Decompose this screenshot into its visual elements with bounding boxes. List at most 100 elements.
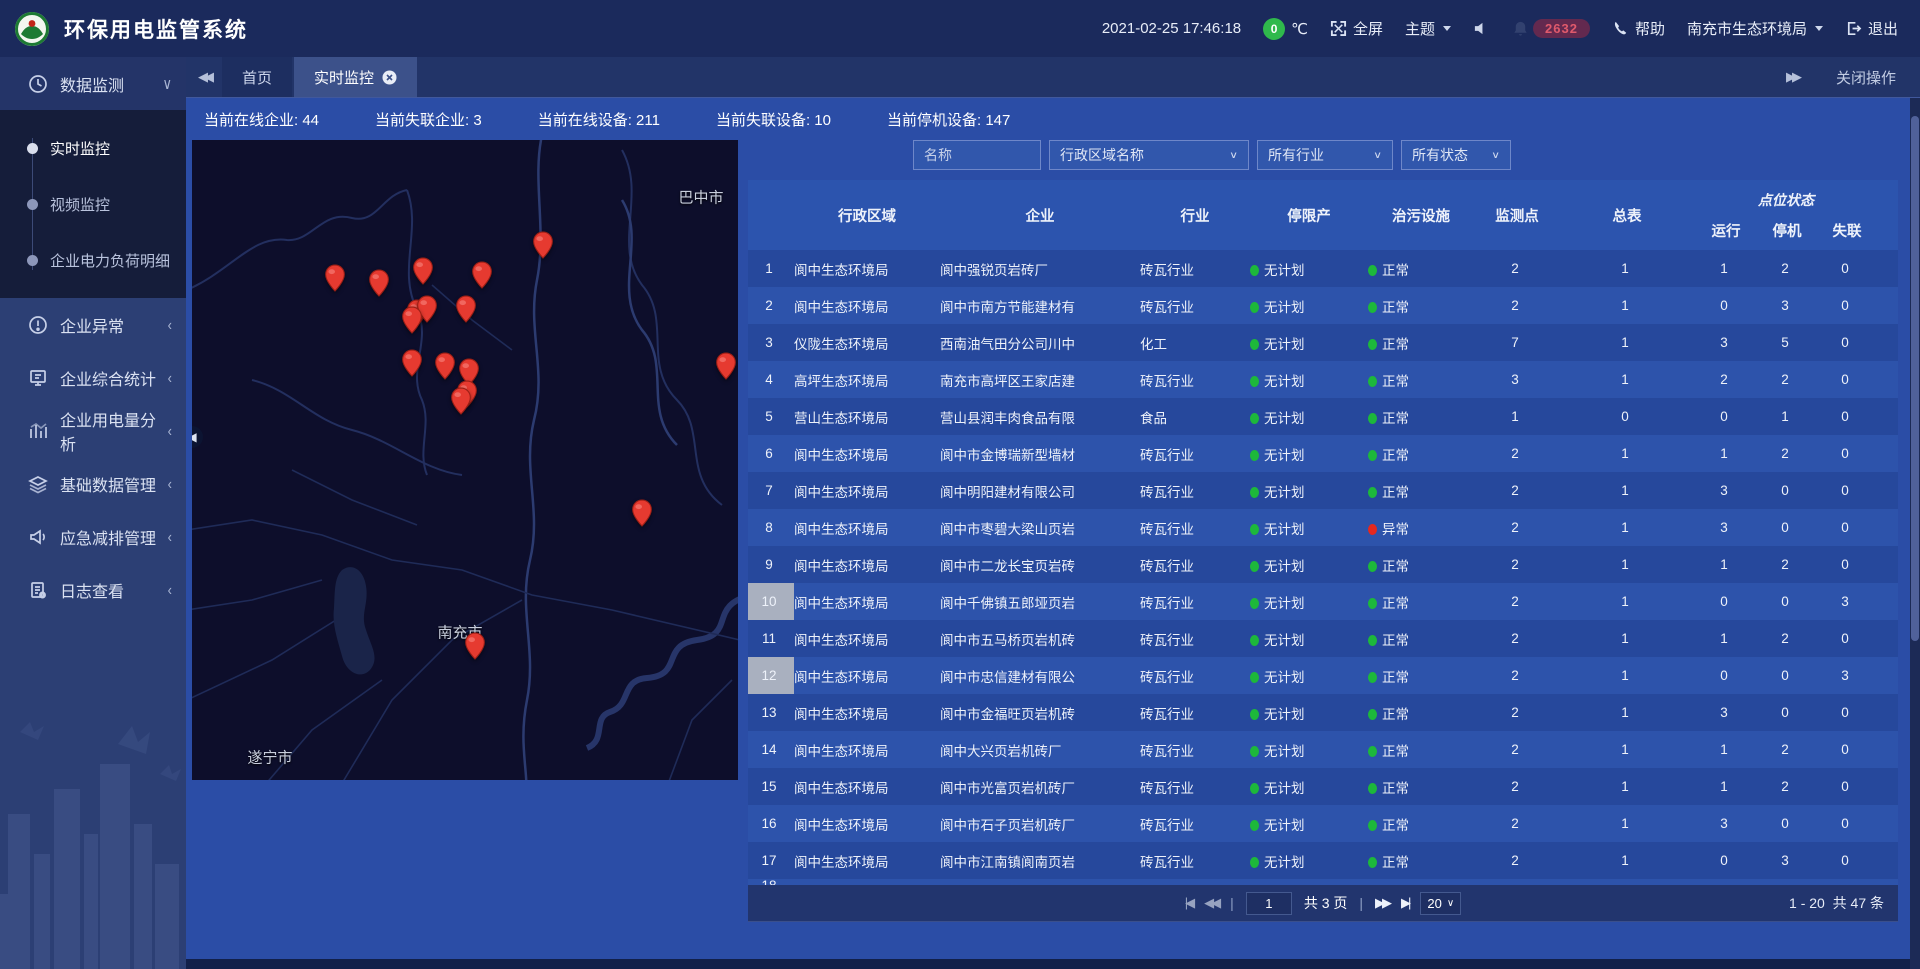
cell-running-count: 1 bbox=[1694, 446, 1758, 461]
sidebar-item-3[interactable]: 企业综合统计‹ bbox=[0, 351, 186, 404]
tabs-scroll-left-button[interactable]: ◀◀ bbox=[186, 57, 222, 97]
map-pin-icon[interactable] bbox=[464, 632, 486, 660]
sidebar-subitem[interactable]: 实时监控 bbox=[0, 120, 186, 176]
notification-bell[interactable]: 2632 bbox=[1512, 19, 1590, 38]
map-pin-icon[interactable] bbox=[412, 257, 434, 285]
fullscreen-button[interactable]: 全屏 bbox=[1330, 18, 1383, 39]
table-row[interactable]: 17阆中生态环境局阆中市江南镇阆南页岩砖瓦行业无计划正常21030 bbox=[748, 842, 1898, 879]
table-row[interactable]: 2阆中生态环境局阆中市南方节能建材有砖瓦行业无计划正常21030 bbox=[748, 287, 1898, 324]
region-select[interactable]: 行政区域名称∨ bbox=[1049, 140, 1249, 170]
table-row[interactable]: 3仪陇生态环境局西南油气田分公司川中化工无计划正常71350 bbox=[748, 324, 1898, 361]
app-root: 环保用电监管系统 2021-02-25 17:46:18 0 ℃ 全屏 主题 2… bbox=[0, 0, 1920, 969]
industry-select[interactable]: 所有行业∨ bbox=[1257, 140, 1393, 170]
cell-total-meter: 1 bbox=[1560, 372, 1694, 387]
cell-limit-status: 无计划 bbox=[1250, 777, 1368, 797]
chevron-left-icon: ‹ bbox=[168, 475, 172, 493]
table-row[interactable]: 8阆中生态环境局阆中市枣碧大梁山页岩砖瓦行业无计划异常21300 bbox=[748, 509, 1898, 546]
scrollbar-thumb[interactable] bbox=[1911, 116, 1919, 641]
close-operations-button[interactable]: 关闭操作 bbox=[1836, 67, 1896, 88]
cell-company: 阆中市金福旺页岩机砖 bbox=[940, 703, 1140, 723]
table-row[interactable]: 10阆中生态环境局阆中千佛镇五郎垭页岩砖瓦行业无计划正常21003 bbox=[748, 583, 1898, 620]
row-index: 16 bbox=[748, 805, 794, 842]
cell-total-meter: 0 bbox=[1560, 409, 1694, 424]
table-row[interactable]: 12阆中生态环境局阆中市忠信建材有限公砖瓦行业无计划正常21003 bbox=[748, 657, 1898, 694]
map-panel[interactable]: 巴中市南充市遂宁市 ◀ bbox=[192, 140, 738, 780]
map-pin-icon[interactable] bbox=[401, 306, 423, 334]
cell-facility-status: 正常 bbox=[1368, 629, 1474, 649]
map-pin-icon[interactable] bbox=[532, 231, 554, 259]
facility-status-text: 正常 bbox=[1382, 337, 1409, 352]
table-row[interactable]: 15阆中生态环境局阆中市光富页岩机砖厂砖瓦行业无计划正常21120 bbox=[748, 768, 1898, 805]
page-size-select[interactable]: 20∨ bbox=[1420, 892, 1461, 915]
chevron-down-icon bbox=[1443, 26, 1451, 31]
cell-monitor-count: 2 bbox=[1474, 705, 1560, 720]
cell-region: 阆中生态环境局 bbox=[794, 481, 940, 501]
table-row[interactable]: 13阆中生态环境局阆中市金福旺页岩机砖砖瓦行业无计划正常21300 bbox=[748, 694, 1898, 731]
sidebar-item-5[interactable]: 基础数据管理‹ bbox=[0, 457, 186, 510]
map-pin-icon[interactable] bbox=[401, 349, 423, 377]
top-header: 环保用电监管系统 2021-02-25 17:46:18 0 ℃ 全屏 主题 2… bbox=[0, 0, 1920, 57]
logout-button[interactable]: 退出 bbox=[1845, 18, 1898, 39]
map-pin-icon[interactable] bbox=[434, 352, 456, 380]
table-row[interactable]: 7阆中生态环境局阆中明阳建材有限公司砖瓦行业无计划正常21300 bbox=[748, 472, 1898, 509]
sidebar-subitem[interactable]: 企业电力负荷明细 bbox=[0, 232, 186, 288]
cell-offline-count: 0 bbox=[1816, 372, 1878, 387]
facility-status-text: 异常 bbox=[1382, 522, 1409, 537]
page-number-input[interactable]: 1 bbox=[1246, 892, 1292, 915]
cell-offline-count: 0 bbox=[1816, 520, 1878, 535]
cell-company: 阆中市忠信建材有限公 bbox=[940, 666, 1140, 686]
tabs-scroll-right-button[interactable]: ▶▶ bbox=[1774, 69, 1810, 85]
cell-running-count: 3 bbox=[1694, 335, 1758, 350]
tab-实时监控[interactable]: 实时监控 bbox=[294, 57, 417, 97]
cell-monitor-count: 2 bbox=[1474, 446, 1560, 461]
next-page-button[interactable]: ▶▶ bbox=[1375, 895, 1389, 911]
cell-company: 营山县润丰肉食品有限 bbox=[940, 407, 1140, 427]
map-pin-icon[interactable] bbox=[631, 499, 653, 527]
name-search-input[interactable]: 名称 bbox=[913, 140, 1041, 170]
table-row[interactable]: 6阆中生态环境局阆中市金博瑞新型墙材砖瓦行业无计划正常21120 bbox=[748, 435, 1898, 472]
prev-page-button[interactable]: ◀◀ bbox=[1204, 895, 1218, 911]
facility-status-text: 正常 bbox=[1382, 818, 1409, 833]
map-pin-icon[interactable] bbox=[324, 264, 346, 292]
tab-close-icon[interactable] bbox=[382, 70, 397, 85]
table-row[interactable]: 9阆中生态环境局阆中市二龙长宝页岩砖砖瓦行业无计划正常21120 bbox=[748, 546, 1898, 583]
temperature-indicator: 0 ℃ bbox=[1263, 18, 1308, 40]
map-pin-icon[interactable] bbox=[455, 295, 477, 323]
alert-circle-icon bbox=[28, 315, 48, 335]
sidebar-item-label: 企业综合统计 bbox=[60, 366, 156, 390]
table-row[interactable]: 14阆中生态环境局阆中大兴页岩机砖厂砖瓦行业无计划正常21120 bbox=[748, 731, 1898, 768]
status-dot-icon bbox=[1250, 672, 1259, 683]
cell-stopped-count: 0 bbox=[1758, 668, 1816, 683]
help-button[interactable]: 帮助 bbox=[1612, 18, 1665, 39]
status-select[interactable]: 所有状态∨ bbox=[1401, 140, 1511, 170]
tab-首页[interactable]: 首页 bbox=[222, 57, 292, 97]
sidebar-item-2[interactable]: 企业异常‹ bbox=[0, 298, 186, 351]
table-row[interactable]: 5营山生态环境局营山县润丰肉食品有限食品无计划正常10010 bbox=[748, 398, 1898, 435]
table-row[interactable]: 16阆中生态环境局阆中市石子页岩机砖厂砖瓦行业无计划正常21300 bbox=[748, 805, 1898, 842]
theme-dropdown[interactable]: 主题 bbox=[1405, 18, 1451, 39]
first-page-button[interactable]: |◀ bbox=[1185, 895, 1192, 911]
cell-facility-status: 正常 bbox=[1368, 333, 1474, 353]
map-pin-icon[interactable] bbox=[471, 261, 493, 289]
sidebar-item-4[interactable]: 企业用电量分析‹ bbox=[0, 404, 186, 457]
table-row[interactable]: 11阆中生态环境局阆中市五马桥页岩机砖砖瓦行业无计划正常21120 bbox=[748, 620, 1898, 657]
map-pin-icon[interactable] bbox=[450, 387, 472, 415]
sidebar-item-6[interactable]: 应急减排管理‹ bbox=[0, 510, 186, 563]
facility-status-text: 正常 bbox=[1382, 411, 1409, 426]
map-pin-icon[interactable] bbox=[715, 352, 737, 380]
row-index: 6 bbox=[748, 435, 794, 472]
sidebar-item-7[interactable]: 日志查看‹ bbox=[0, 563, 186, 616]
org-dropdown[interactable]: 南充市生态环境局 bbox=[1687, 18, 1823, 39]
last-page-button[interactable]: ▶| bbox=[1401, 895, 1408, 911]
temperature-unit: ℃ bbox=[1291, 20, 1308, 38]
sidebar-item-1[interactable]: 数据监测∨ bbox=[0, 57, 186, 110]
mute-button[interactable] bbox=[1473, 20, 1490, 37]
cell-limit-status: 无计划 bbox=[1250, 592, 1368, 612]
page-scrollbar[interactable] bbox=[1910, 98, 1920, 969]
sidebar-subitem[interactable]: 视频监控 bbox=[0, 176, 186, 232]
status-dot-icon bbox=[1250, 709, 1259, 720]
table-row[interactable]: 1阆中生态环境局阆中强锐页岩砖厂砖瓦行业无计划正常21120 bbox=[748, 250, 1898, 287]
table-row[interactable]: 4高坪生态环境局南充市高坪区王家店建砖瓦行业无计划正常31220 bbox=[748, 361, 1898, 398]
map-pin-icon[interactable] bbox=[368, 269, 390, 297]
status-dot-icon bbox=[1368, 561, 1377, 572]
